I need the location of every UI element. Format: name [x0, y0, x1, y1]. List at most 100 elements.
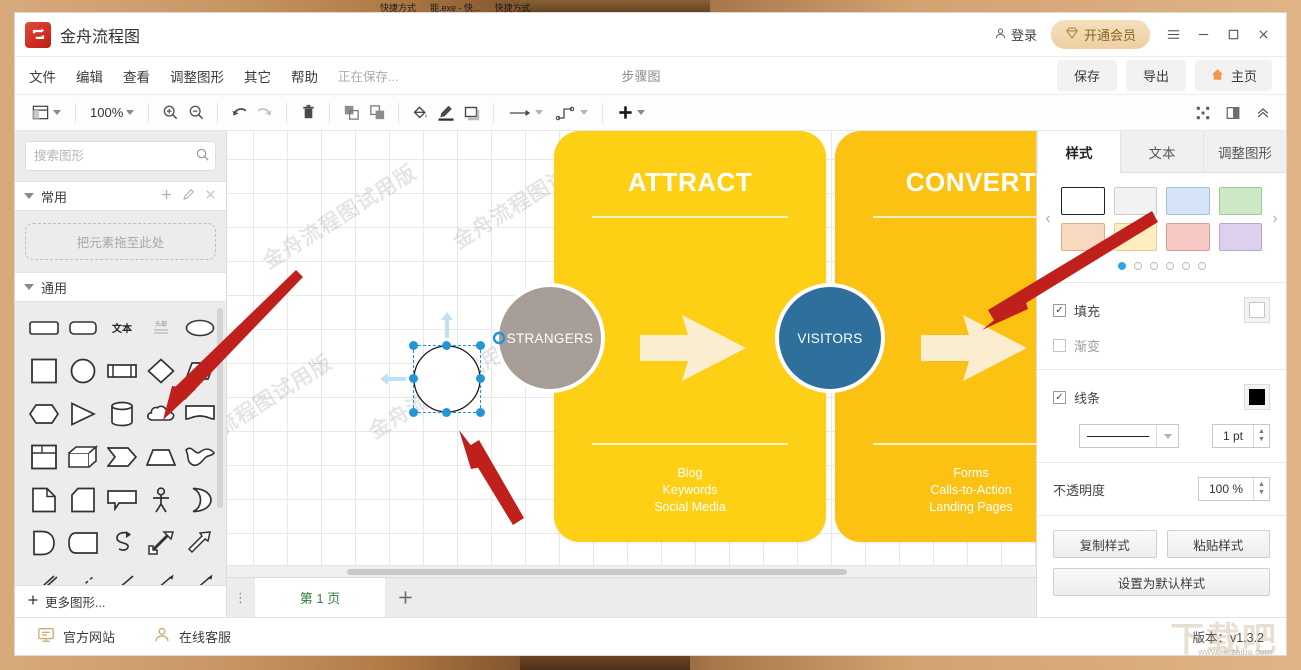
gradient-checkbox[interactable] [1053, 339, 1066, 352]
layout-panel-icon[interactable] [25, 100, 67, 126]
set-default-style-button[interactable]: 设置为默认样式 [1053, 568, 1270, 596]
style-swatch[interactable] [1061, 187, 1105, 215]
shape-triangle-icon[interactable] [64, 396, 101, 431]
shape-process-bar-icon[interactable] [103, 353, 140, 388]
page-tab-1[interactable]: 第 1 页 [255, 577, 385, 618]
section-header-general[interactable]: 通用 [15, 272, 226, 302]
scrollbar-thumb[interactable] [347, 569, 847, 575]
selection-handle[interactable] [409, 341, 418, 350]
selection-handle[interactable] [476, 341, 485, 350]
style-swatch[interactable] [1113, 187, 1157, 215]
shape-block-arrow-icon[interactable] [181, 525, 218, 560]
minimize-icon[interactable] [1188, 20, 1218, 50]
shape-double-line-icon[interactable] [25, 568, 62, 585]
shadow-icon[interactable] [459, 100, 485, 126]
split-view-icon[interactable] [1220, 100, 1246, 126]
more-shapes-button[interactable]: 更多图形... [15, 585, 226, 617]
search-input[interactable] [34, 149, 195, 163]
zoom-level-dropdown[interactable]: 100% [84, 100, 140, 126]
fullscreen-icon[interactable] [1190, 100, 1216, 126]
zoom-out-icon[interactable] [183, 100, 209, 126]
pagination-dot[interactable] [1165, 262, 1174, 270]
shape-hexagon-icon[interactable] [25, 396, 62, 431]
shape-cube-icon[interactable] [64, 439, 101, 474]
diagram-node-strangers[interactable]: STRANGERS [495, 283, 605, 393]
shape-note-icon[interactable] [64, 482, 101, 517]
shape-square-icon[interactable] [25, 353, 62, 388]
shape-text-icon[interactable]: 文本 [103, 310, 140, 345]
line-checkbox[interactable]: ✓ [1053, 390, 1066, 404]
selection-handle[interactable] [409, 408, 418, 417]
shape-wave-icon[interactable] [181, 439, 218, 474]
tab-style[interactable]: 样式 [1037, 131, 1120, 173]
section-header-common[interactable]: 常用 [15, 181, 226, 211]
shape-cylinder-icon[interactable] [103, 396, 140, 431]
style-swatch[interactable] [1166, 187, 1210, 215]
home-button[interactable]: 主页 [1194, 60, 1272, 91]
selection-handle[interactable] [442, 341, 451, 350]
canvas-horizontal-scrollbar[interactable] [227, 565, 1036, 577]
hamburger-icon[interactable] [1158, 20, 1188, 50]
shape-speech-bubble-icon[interactable] [103, 482, 140, 517]
bring-to-front-icon[interactable] [338, 100, 364, 126]
line-color-button[interactable] [1244, 384, 1270, 410]
shape-moon-icon[interactable] [181, 482, 218, 517]
selection-handle[interactable] [442, 408, 451, 417]
shape-ellipse-icon[interactable] [181, 310, 218, 345]
shape-rounded-rect-icon[interactable] [64, 310, 101, 345]
connector-anchor[interactable] [492, 331, 506, 348]
copy-style-button[interactable]: 复制样式 [1053, 530, 1157, 558]
fill-color-button[interactable] [1244, 297, 1270, 323]
shape-arrow-line-icon[interactable] [181, 568, 218, 585]
send-to-back-icon[interactable] [364, 100, 390, 126]
fill-checkbox[interactable]: ✓ [1053, 303, 1066, 317]
pencil-icon[interactable] [182, 188, 195, 204]
collapse-up-icon[interactable] [1250, 100, 1276, 126]
login-button[interactable]: 登录 [986, 21, 1045, 48]
quick-connect-arrow-left[interactable] [379, 371, 407, 390]
shape-half-disc-icon[interactable] [25, 525, 62, 560]
add-icon[interactable] [160, 188, 173, 204]
tab-text[interactable]: 文本 [1120, 131, 1203, 173]
vip-upgrade-button[interactable]: 开通会员 [1050, 20, 1150, 49]
shape-stick-figure-icon[interactable] [142, 482, 179, 517]
shape-cloud-icon[interactable] [142, 396, 179, 431]
zoom-in-icon[interactable] [157, 100, 183, 126]
paint-bucket-icon[interactable] [407, 100, 433, 126]
selection-handle[interactable] [476, 408, 485, 417]
shape-curved-arrow-icon[interactable] [103, 525, 140, 560]
redo-icon[interactable] [252, 100, 278, 126]
diagram-node-visitors[interactable]: VISITORS [775, 283, 885, 393]
search-icon[interactable] [195, 147, 210, 165]
maximize-icon[interactable] [1218, 20, 1248, 50]
tab-adjust-shape[interactable]: 调整图形 [1203, 131, 1286, 173]
menu-item-file[interactable]: 文件 [29, 66, 56, 86]
vertical-dots-icon[interactable]: ⋮ [227, 590, 255, 606]
shape-page-corner-icon[interactable] [25, 482, 62, 517]
shape-header-text-icon[interactable]: 头部 [142, 310, 179, 345]
menu-item-edit[interactable]: 编辑 [76, 66, 103, 86]
export-button[interactable]: 导出 [1125, 60, 1186, 91]
menu-item-help[interactable]: 帮助 [291, 66, 318, 86]
straight-arrow-icon[interactable] [502, 100, 549, 126]
pen-icon[interactable] [433, 100, 459, 126]
close-icon[interactable] [1248, 20, 1278, 50]
selection-handle[interactable] [476, 374, 485, 383]
pagination-dot[interactable] [1197, 262, 1206, 270]
shape-rounded-rect-wide-icon[interactable] [25, 310, 62, 345]
pagination-dot[interactable] [1181, 262, 1190, 270]
menu-item-adjust-shape[interactable]: 调整图形 [170, 66, 224, 86]
elbow-connector-icon[interactable] [549, 100, 594, 126]
online-support-link[interactable]: 在线客服 [153, 626, 231, 647]
menu-item-other[interactable]: 其它 [244, 66, 271, 86]
style-swatch[interactable] [1218, 187, 1262, 215]
opacity-stepper[interactable]: 100 % ▲ ▼ [1198, 477, 1270, 501]
chevron-left-icon[interactable]: ‹ [1037, 210, 1059, 228]
menu-item-view[interactable]: 查看 [123, 66, 150, 86]
shape-dashed-line-icon[interactable] [64, 568, 101, 585]
trash-icon[interactable] [295, 100, 321, 126]
shape-double-arrow-icon[interactable] [142, 525, 179, 560]
style-swatch[interactable] [1166, 223, 1210, 251]
shape-card-wave-icon[interactable] [64, 525, 101, 560]
shape-grid-scrollbar[interactable] [217, 308, 223, 508]
